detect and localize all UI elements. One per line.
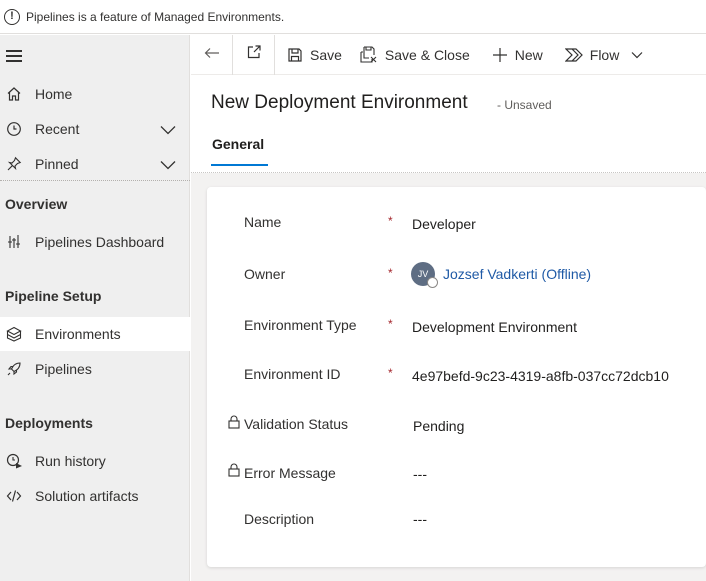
error-message-label: Error Message bbox=[244, 465, 336, 481]
save-icon bbox=[287, 47, 303, 63]
info-icon: ! bbox=[4, 8, 20, 25]
avatar: JV bbox=[411, 262, 438, 288]
save-close-button[interactable]: Save & Close bbox=[360, 35, 470, 75]
required-indicator: * bbox=[388, 366, 393, 380]
owner-link[interactable]: Jozsef Vadkerti (Offline) bbox=[443, 266, 591, 282]
environment-id-label: Environment ID bbox=[244, 366, 341, 382]
flow-button[interactable]: Flow bbox=[564, 35, 644, 75]
new-button[interactable]: New bbox=[492, 35, 543, 75]
sidebar-item-label: Pipelines bbox=[35, 361, 92, 377]
environment-id-field[interactable]: 4e97befd-9c23-4319-a8fb-037cc72dcb10 bbox=[412, 368, 669, 384]
section-deployments: Deployments bbox=[5, 415, 93, 431]
sidebar-item-recent[interactable]: Recent bbox=[0, 112, 190, 146]
back-button[interactable] bbox=[191, 34, 233, 75]
page-title: New Deployment Environment bbox=[211, 92, 468, 113]
chevron-down-icon[interactable] bbox=[631, 51, 643, 59]
environment-type-label: Environment Type bbox=[244, 317, 357, 333]
avatar-initials: JV bbox=[417, 269, 429, 279]
active-tab-indicator bbox=[211, 164, 268, 166]
required-indicator: * bbox=[388, 214, 393, 228]
pin-icon bbox=[5, 155, 23, 173]
pop-out-icon bbox=[246, 44, 262, 65]
arrow-left-icon bbox=[204, 46, 220, 64]
name-field[interactable]: Developer bbox=[412, 216, 476, 232]
unsaved-status: - Unsaved bbox=[497, 98, 552, 112]
section-overview: Overview bbox=[5, 196, 68, 212]
sidebar-item-label: Recent bbox=[35, 121, 80, 137]
new-label: New bbox=[514, 46, 543, 63]
name-label: Name bbox=[244, 214, 282, 230]
sidebar-item-run-history[interactable]: Run history bbox=[0, 444, 190, 478]
sidebar-item-label: Solution artifacts bbox=[35, 488, 139, 504]
sidebar-item-pipelines[interactable]: Pipelines bbox=[0, 352, 190, 386]
sidebar-item-pinned[interactable]: Pinned bbox=[0, 147, 190, 181]
save-close-icon bbox=[360, 45, 378, 64]
save-close-label: Save & Close bbox=[384, 46, 470, 63]
hamburger-menu-icon[interactable] bbox=[6, 50, 22, 62]
owner-label: Owner bbox=[244, 266, 286, 282]
description-field[interactable]: --- bbox=[413, 511, 427, 527]
run-history-icon bbox=[5, 452, 23, 470]
error-message-value: --- bbox=[413, 466, 427, 482]
sidebar-item-solution-artifacts[interactable]: Solution artifacts bbox=[0, 479, 190, 513]
required-indicator: * bbox=[388, 317, 393, 331]
required-indicator: * bbox=[388, 266, 393, 280]
clock-icon bbox=[5, 120, 23, 138]
sidebar-item-label: Pinned bbox=[35, 156, 79, 172]
save-button[interactable]: Save bbox=[287, 35, 342, 75]
flow-label: Flow bbox=[589, 46, 620, 63]
chevron-down-icon[interactable] bbox=[160, 122, 176, 138]
section-pipeline-setup: Pipeline Setup bbox=[5, 288, 102, 304]
validation-status-value: Pending bbox=[413, 418, 465, 434]
sidebar-item-pipelines-dashboard[interactable]: Pipelines Dashboard bbox=[0, 225, 190, 259]
open-in-new-window-button[interactable] bbox=[233, 34, 275, 75]
presence-offline-icon bbox=[427, 277, 438, 288]
tab-general[interactable]: General bbox=[212, 136, 264, 152]
sidebar-item-environments[interactable]: Environments bbox=[0, 317, 190, 351]
home-icon bbox=[5, 85, 23, 103]
sidebar-item-label: Environments bbox=[35, 326, 121, 342]
sidebar-item-label: Home bbox=[35, 86, 73, 102]
environment-type-field[interactable]: Development Environment bbox=[412, 319, 577, 335]
sidebar-divider bbox=[0, 180, 190, 181]
sidebar-item-home[interactable]: Home bbox=[0, 77, 190, 111]
sidebar: Home Recent Pinned Overview Pipelines Da… bbox=[0, 35, 190, 581]
notification-bar: ! Pipelines is a feature of Managed Envi… bbox=[0, 0, 706, 34]
code-icon bbox=[5, 487, 23, 505]
validation-status-label: Validation Status bbox=[244, 416, 349, 432]
owner-field[interactable]: JV Jozsef Vadkerti (Offline) bbox=[411, 262, 591, 288]
description-label: Description bbox=[244, 511, 315, 527]
lock-icon bbox=[228, 463, 240, 477]
sidebar-item-label: Run history bbox=[35, 453, 106, 469]
sidebar-item-label: Pipelines Dashboard bbox=[35, 234, 165, 250]
notification-text: Pipelines is a feature of Managed Enviro… bbox=[26, 9, 285, 24]
lock-icon bbox=[228, 415, 240, 429]
save-label: Save bbox=[310, 46, 342, 63]
rocket-icon bbox=[5, 360, 23, 378]
plus-icon bbox=[492, 47, 508, 63]
dashboard-icon bbox=[5, 233, 23, 251]
flow-icon bbox=[564, 47, 583, 63]
command-bar: Save Save & Close New Flow bbox=[191, 34, 706, 75]
chevron-down-icon[interactable] bbox=[160, 157, 176, 173]
environment-icon bbox=[5, 325, 23, 343]
